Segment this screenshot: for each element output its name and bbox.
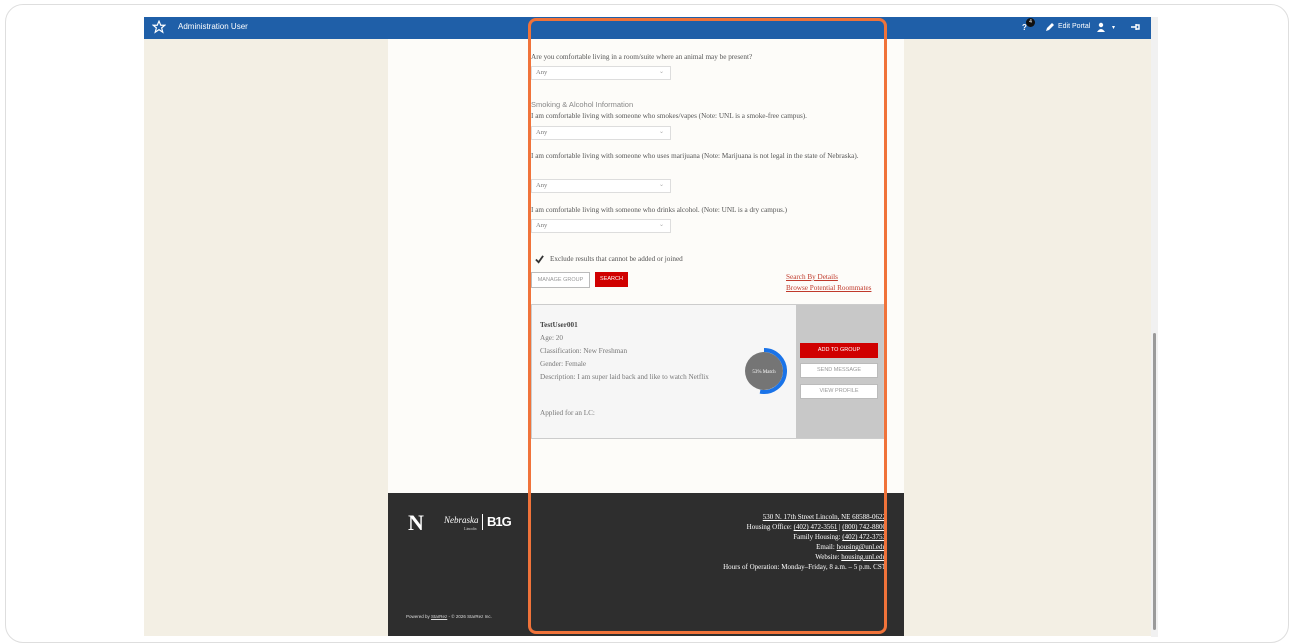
unl-n-logo[interactable]: N bbox=[408, 510, 424, 536]
user-icon[interactable] bbox=[1096, 22, 1106, 32]
page-background-left bbox=[144, 39, 388, 636]
page-background-right bbox=[904, 39, 1151, 636]
nebraska-wordmark: Nebraska bbox=[444, 515, 479, 525]
lincoln-wordmark: Lincoln bbox=[464, 526, 477, 531]
chevron-down-icon[interactable]: ▾ bbox=[1112, 24, 1115, 31]
logo-divider bbox=[482, 514, 483, 530]
starrez-link[interactable]: StarRez bbox=[431, 614, 447, 619]
notification-badge: 4 bbox=[1026, 18, 1035, 27]
star-logo-icon[interactable] bbox=[152, 20, 166, 34]
pin-icon[interactable] bbox=[1130, 22, 1140, 32]
powered-by-text: Powered by StarRez - © 2026 StarRez Inc. bbox=[406, 614, 492, 619]
edit-portal-button[interactable]: Edit Portal bbox=[1058, 23, 1090, 30]
big-ten-logo: B1G bbox=[487, 514, 512, 529]
highlight-annotation-box bbox=[528, 18, 887, 634]
user-name-label: Administration User bbox=[178, 22, 248, 31]
scrollbar-thumb[interactable] bbox=[1153, 333, 1156, 630]
pencil-icon bbox=[1046, 23, 1054, 31]
